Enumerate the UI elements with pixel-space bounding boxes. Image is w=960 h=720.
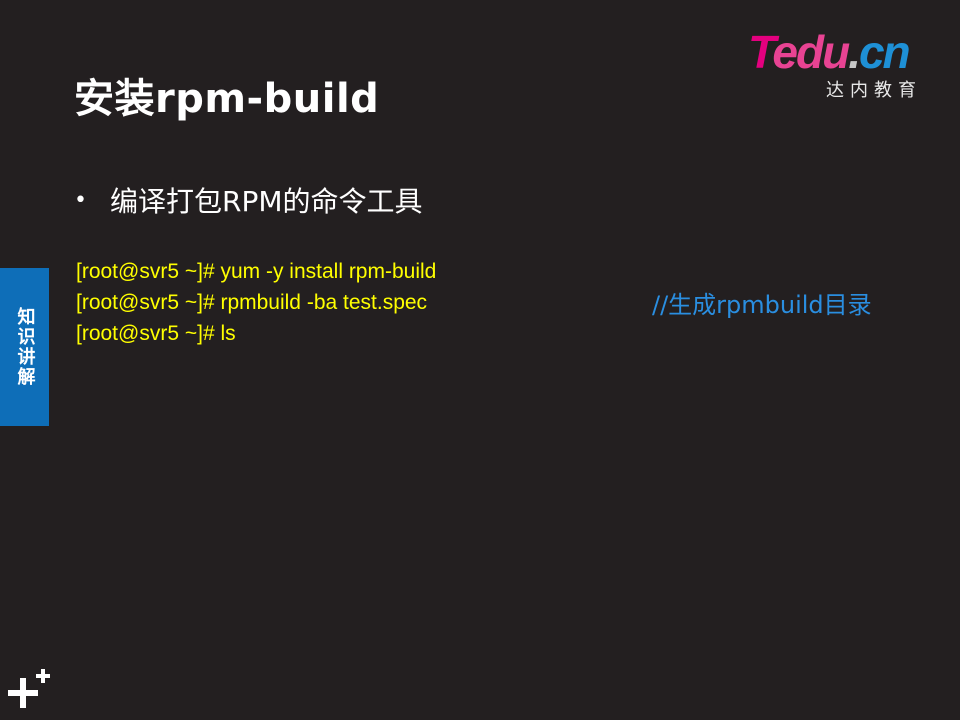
command-block: [root@svr5 ~]# yum -y install rpm-build … [76,256,436,349]
command-line: [root@svr5 ~]# yum -y install rpm-build [76,260,437,283]
plus-icon [8,669,50,708]
side-tab-label: 知识讲解 [14,307,36,387]
logo-cn: cn [858,26,911,78]
bullet-symbol: • [74,187,87,213]
logo-t: T [748,26,774,78]
bullet-text: 编译打包RPM的命令工具 [110,185,423,218]
slide: Tedu.cn 达内教育 安装rpm-build 知识讲解 • 编译打包RPM的… [0,0,960,720]
tedu-logo: Tedu.cn 达内教育 [748,26,938,106]
logo-wordmark: Tedu.cn [748,26,911,78]
logo-subtitle: 达内教育 [826,80,922,101]
command-comment: //生成rpmbuild目录 [652,291,872,319]
logo-dot: . [848,26,861,78]
slide-title: 安装rpm-build [74,76,380,122]
side-tab: 知识讲解 [0,268,49,426]
logo-edu: edu [772,26,850,78]
command-line: [root@svr5 ~]# rpmbuild -ba test.spec [76,291,428,314]
command-line: [root@svr5 ~]# ls [76,322,236,345]
bullet-item: • 编译打包RPM的命令工具 [74,180,423,220]
